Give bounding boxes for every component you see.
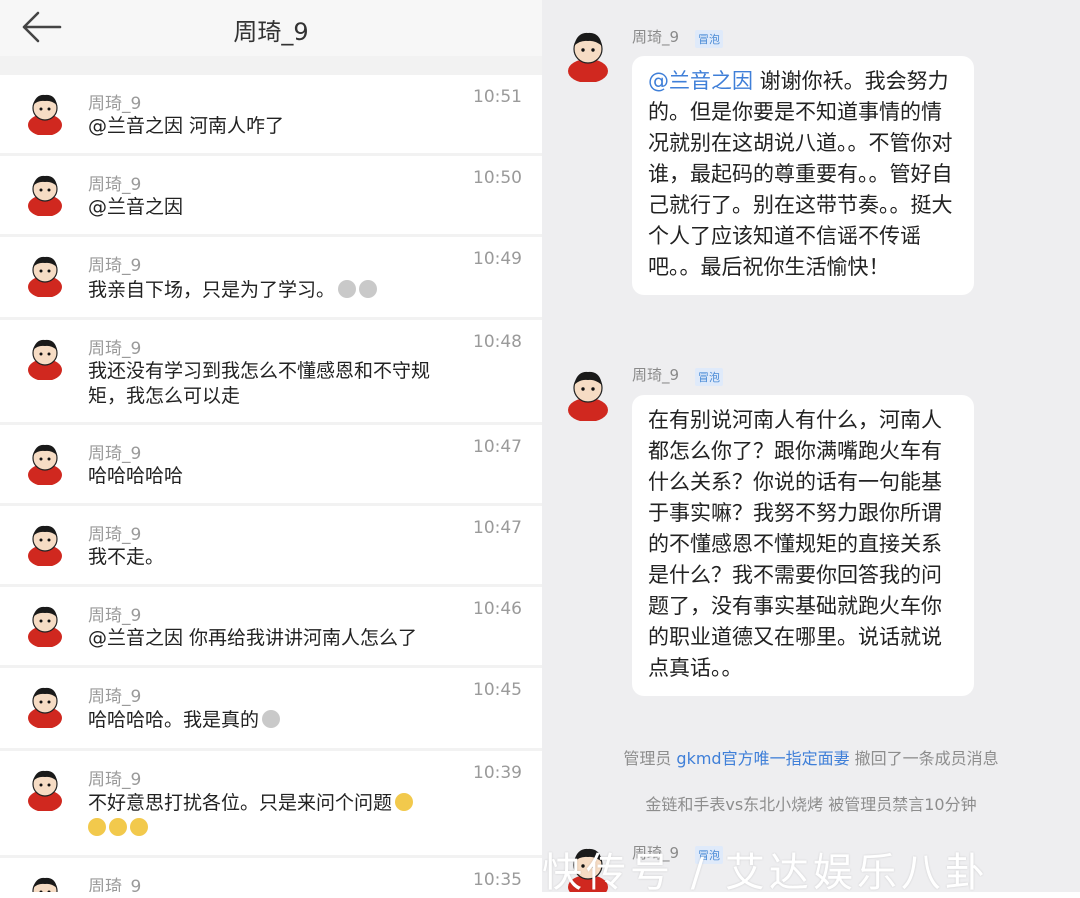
avatar[interactable]	[22, 872, 68, 892]
avatar[interactable]	[22, 439, 68, 485]
mention-link[interactable]: @兰音之因	[648, 69, 753, 93]
notice-prefix: 管理员	[623, 749, 677, 768]
message-text: 谢谢你袄。我会努力的。但是你要是不知道事情的情况就别在这胡说八道。。不管你对谁，…	[648, 69, 953, 279]
message-content: 不好意思打扰各位。只是来问个问题	[88, 791, 488, 841]
message-text: @兰音之因 你再给我讲讲河南人怎么了	[88, 627, 418, 649]
sender-name: 周琦_9	[88, 687, 142, 707]
timestamp: 10:51	[473, 87, 522, 107]
message-text: 哈哈哈哈。我是真的	[88, 709, 260, 731]
avatar[interactable]	[22, 520, 68, 566]
list-item[interactable]: 周琦_9 10:50 @兰音之因	[0, 156, 542, 234]
timestamp: 10:45	[473, 680, 522, 700]
timestamp: 10:46	[473, 599, 522, 619]
husky-emoji-icon	[262, 710, 281, 728]
page-title: 周琦_9	[233, 18, 309, 46]
system-notice-recall: 管理员 gkmd官方唯一指定面妻 撤回了一条成员消息	[542, 745, 1080, 769]
avatar[interactable]	[22, 334, 68, 380]
timestamp: 10:47	[473, 518, 522, 538]
list-item[interactable]: 周琦_9 10:47 我不走。	[0, 506, 542, 584]
timestamp: 10:47	[473, 437, 522, 457]
sender-name: 周琦_9	[88, 444, 142, 464]
avatar[interactable]	[560, 26, 616, 82]
system-notice-mute: 金链和手表vs东北小烧烤 被管理员禁言10分钟	[645, 795, 977, 814]
cry-emoji-icon	[359, 280, 378, 298]
sender-name: 周琦_9	[88, 770, 142, 790]
avatar[interactable]	[22, 89, 68, 135]
sender-name: 周琦_9	[88, 94, 142, 114]
avatar[interactable]	[22, 765, 68, 811]
sender-name: 周琦_9	[88, 256, 142, 276]
message-text: 在有别说河南人有什么，河南人都怎么你了？跟你满嘴跑火车有什么关系？你说的话有一句…	[648, 408, 942, 680]
member-badge: 冒泡	[695, 368, 723, 386]
message-content: 我亲自下场，只是为了学习。	[88, 278, 468, 303]
sender-name: 周琦_9	[88, 606, 142, 626]
message-text: 我不走。	[88, 546, 165, 568]
list-item[interactable]: 周琦_9 10:48 我还没有学习到我怎么不懂感恩和不守规矩，我怎么可以走	[0, 320, 542, 422]
message-text: @兰音之因 河南人咋了	[88, 115, 285, 137]
sender-name: 周琦_9	[88, 175, 142, 195]
timestamp: 10:48	[473, 332, 522, 352]
message-text: 我亲自下场，只是为了学习。	[88, 279, 336, 301]
member-badge: 冒泡	[695, 30, 723, 48]
avatar[interactable]	[22, 601, 68, 647]
message-bubble[interactable]: 在有别说河南人有什么，河南人都怎么你了？跟你满嘴跑火车有什么关系？你说的话有一句…	[632, 395, 974, 696]
sender-name: 周琦_9	[88, 877, 142, 892]
avatar[interactable]	[22, 170, 68, 216]
list-item[interactable]: 周琦_9 10:46 @兰音之因 你再给我讲讲河南人怎么了	[0, 587, 542, 665]
group-message-list-panel: 周琦_9 周琦_9 10:51 @兰音之因 河南人咋了 周琦_9 10:50 @…	[0, 0, 542, 892]
cry-emoji-icon	[338, 280, 357, 298]
notice-suffix: 撤回了一条成员消息	[849, 749, 999, 768]
message-content: 哈哈哈哈。我是真的	[88, 708, 468, 733]
message-text: 我还没有学习到我怎么不懂感恩和不守规矩，我怎么可以走	[88, 360, 431, 407]
smile-emoji-icon	[395, 793, 414, 811]
message-text: @兰音之因	[88, 196, 184, 218]
smile-emoji-icon	[88, 818, 106, 836]
list-item[interactable]: 周琦_9 10:39 不好意思打扰各位。只是来问个问题	[0, 751, 542, 855]
avatar[interactable]	[560, 365, 616, 421]
list-item[interactable]: 周琦_9 10:47 哈哈哈哈哈	[0, 425, 542, 503]
admin-name-link[interactable]: gkmd官方唯一指定面妻	[676, 749, 849, 768]
list-item[interactable]: 周琦_9 10:45 哈哈哈哈。我是真的	[0, 668, 542, 748]
list-item[interactable]: 周琦_9 10:51 @兰音之因 河南人咋了	[0, 75, 542, 153]
avatar[interactable]	[22, 251, 68, 297]
list-item[interactable]: 周琦_9 10:35	[0, 858, 542, 892]
smile-emoji-icon	[130, 818, 148, 836]
timestamp: 10:50	[473, 168, 522, 188]
message-bubble[interactable]: @兰音之因 谢谢你袄。我会努力的。但是你要是不知道事情的情况就别在这胡说八道。。…	[632, 56, 974, 295]
sender-name: 周琦_9	[632, 28, 680, 46]
sender-name: 周琦_9	[632, 366, 680, 384]
avatar[interactable]	[22, 682, 68, 728]
sender-name: 周琦_9	[88, 525, 142, 545]
sender-name: 周琦_9	[88, 339, 142, 359]
message-text: 哈哈哈哈哈	[88, 465, 184, 487]
smile-emoji-icon	[109, 818, 127, 836]
watermark-text: 快传号 / 艾达娱乐八卦	[542, 850, 989, 896]
top-bar: 周琦_9	[0, 0, 542, 56]
timestamp: 10:39	[473, 763, 522, 783]
timestamp: 10:49	[473, 249, 522, 269]
list-item[interactable]: 周琦_9 10:49 我亲自下场，只是为了学习。	[0, 237, 542, 317]
group-chat-panel: 周琦_9 冒泡 @兰音之因 谢谢你袄。我会努力的。但是你要是不知道事情的情况就别…	[542, 0, 1080, 892]
timestamp: 10:35	[473, 870, 522, 890]
message-text: 不好意思打扰各位。只是来问个问题	[88, 792, 393, 814]
